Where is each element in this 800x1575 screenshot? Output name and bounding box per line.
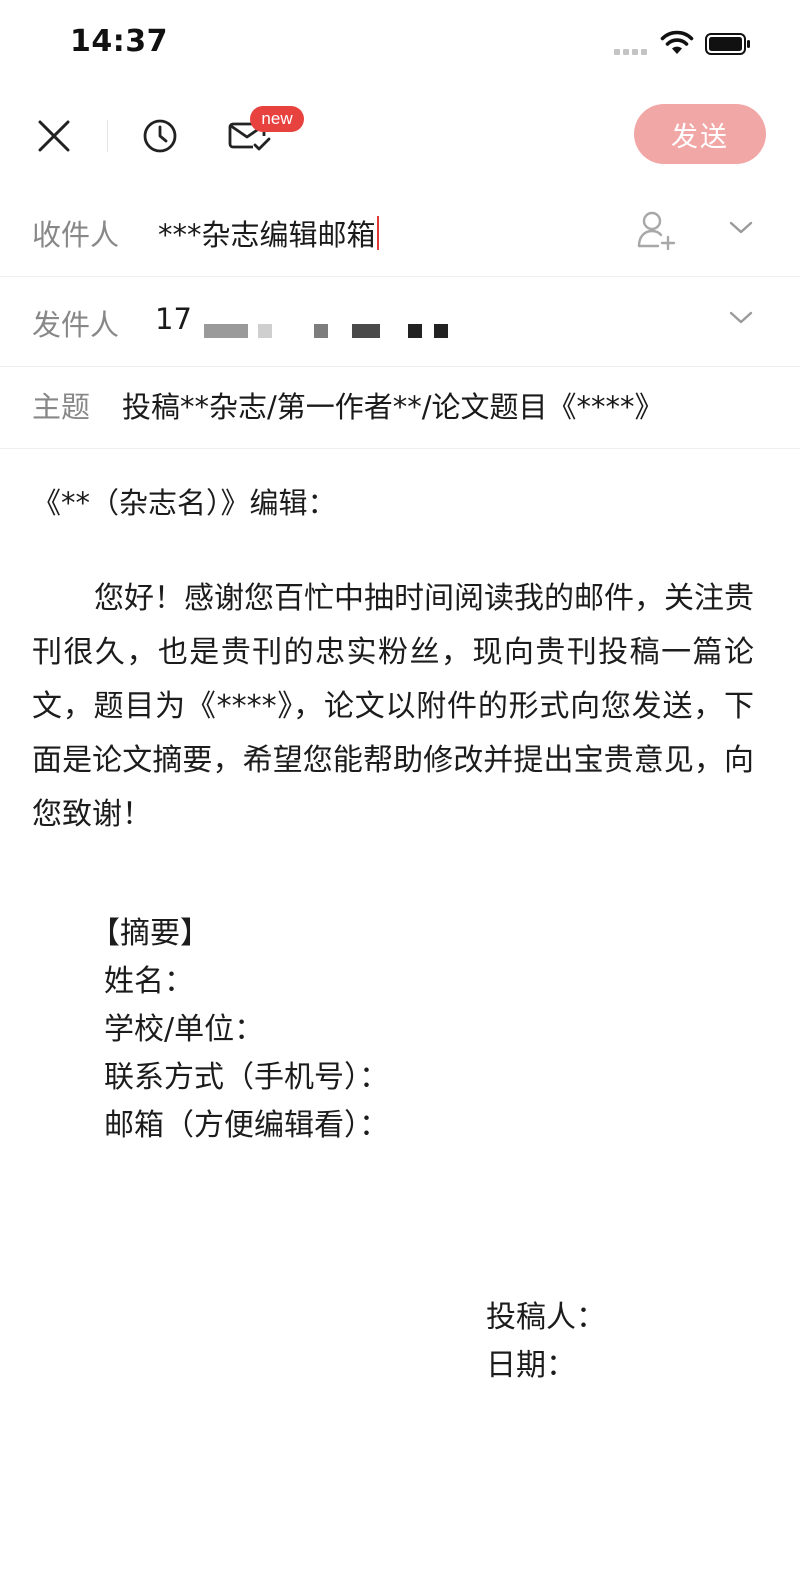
recipient-input[interactable]: ***杂志编辑邮箱 (158, 212, 379, 254)
recipient-label: 收件人 (32, 218, 120, 252)
body-paragraph: 您好！感谢您百忙中抽时间阅读我的邮件，关注贵刊很久，也是贵刊的忠实粉丝，现向贵刊… (32, 581, 754, 832)
signature-block: 投稿人： 日期： (486, 1294, 606, 1390)
battery-icon (705, 33, 750, 55)
wifi-icon (660, 30, 694, 54)
subject-label: 主题 (32, 390, 91, 424)
clock-icon (143, 119, 177, 153)
sender-label: 发件人 (32, 308, 120, 342)
sender-value: 17 (155, 302, 192, 336)
signer-label: 投稿人： (486, 1300, 606, 1335)
new-badge: new (250, 106, 304, 132)
status-time: 14:37 (70, 24, 168, 59)
subject-row[interactable]: 主题 投稿**杂志/第一作者**/论文题目《****》 (0, 366, 800, 449)
abstract-heading: 【摘要】 (90, 916, 210, 951)
close-button[interactable] (30, 112, 78, 160)
add-contact-icon[interactable] (636, 210, 678, 250)
chevron-down-icon[interactable] (728, 308, 754, 328)
sender-row[interactable]: 发件人 17 (0, 284, 800, 367)
text-caret (376, 216, 379, 250)
chevron-down-icon[interactable] (728, 218, 754, 238)
cellular-signal-icon (614, 41, 650, 55)
abstract-section: 【摘要】 姓名： 学校/单位： 联系方式（手机号）： 邮箱（方便编辑看）： (90, 910, 389, 1150)
status-bar: 14:37 (0, 0, 800, 88)
abstract-item: 联系方式（手机号）： (104, 1060, 389, 1095)
recipient-row[interactable]: 收件人 ***杂志编辑邮箱 (0, 194, 800, 277)
toolbar-divider (107, 120, 108, 152)
abstract-item: 学校/单位： (104, 1012, 265, 1047)
subject-input[interactable]: 投稿**杂志/第一作者**/论文题目《****》 (122, 384, 664, 426)
close-icon (38, 120, 70, 152)
schedule-send-button[interactable] (138, 112, 182, 160)
greeting: 《**（杂志名）》编辑： (32, 486, 337, 520)
compose-toolbar: new 发送 (0, 90, 800, 186)
send-button[interactable]: 发送 (634, 104, 766, 164)
date-label: 日期： (486, 1348, 576, 1383)
abstract-item: 姓名： (104, 964, 194, 999)
message-body[interactable]: 《**（杂志名）》编辑： 您好！感谢您百忙中抽时间阅读我的邮件，关注贵刊很久，也… (0, 450, 800, 1575)
abstract-item: 邮箱（方便编辑看）： (104, 1108, 389, 1143)
recipient-value: ***杂志编辑邮箱 (158, 218, 376, 252)
